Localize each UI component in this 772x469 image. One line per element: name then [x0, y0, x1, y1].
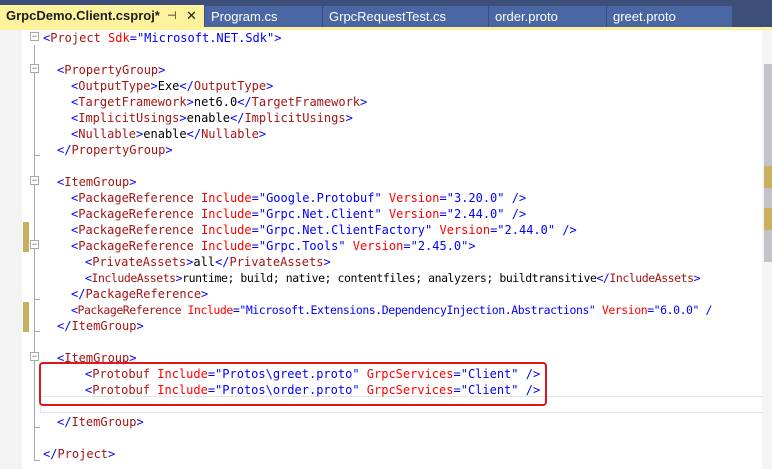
tab-grpcrequesttest-cs[interactable]: GrpcRequestTest.cs [323, 6, 488, 27]
line-number-margin [0, 30, 22, 469]
code-line-14: <PackageReference Include="Grpc.Tools" V… [71, 239, 476, 253]
code-line-13: <PackageReference Include="Grpc.Net.Clie… [71, 223, 577, 237]
change-marker [23, 222, 29, 252]
code-line-1: <Project Sdk="Microsoft.NET.Sdk"> [43, 31, 282, 45]
code-line-3: <PropertyGroup> [57, 63, 166, 77]
code-line-25: </ItemGroup> [57, 415, 144, 429]
collapse-toggle[interactable]: − [30, 240, 39, 249]
collapse-toggle[interactable]: − [30, 176, 39, 185]
code-line-17: </PackageReference> [71, 287, 209, 301]
outline-guide-end [34, 299, 40, 300]
code-line-15: <PrivateAssets>all</PrivateAssets> [85, 255, 331, 269]
tab-label: order.proto [495, 9, 558, 24]
code-line-12: <PackageReference Include="Grpc.Net.Clie… [71, 207, 527, 221]
tab-label: Program.cs [211, 9, 278, 24]
tab-order-proto[interactable]: order.proto [489, 6, 606, 27]
code-line-18: <PackageReference Include="Microsoft.Ext… [71, 303, 712, 317]
tab-label: GrpcRequestTest.cs [329, 9, 447, 24]
collapse-toggle[interactable]: − [30, 32, 39, 41]
code-line-8: </PropertyGroup> [57, 143, 173, 157]
outline-guide [34, 45, 35, 460]
code-line-10: <ItemGroup> [57, 175, 137, 189]
tab-program-cs[interactable]: Program.cs [205, 6, 322, 27]
outline-guide-end [34, 460, 40, 461]
tab-grpcdemo-client-csproj[interactable]: GrpcDemo.Client.csproj* ⊣ ✕ [0, 5, 204, 27]
change-marker [23, 302, 29, 332]
code-line-5: <TargetFramework>net6.0</TargetFramework… [71, 95, 368, 109]
tab-greet-proto[interactable]: greet.proto [607, 6, 732, 27]
scrollbar-change-mark [764, 208, 772, 230]
code-line-4: <OutputType>Exe</OutputType> [71, 79, 274, 93]
code-line-27: </Project> [43, 447, 116, 461]
tab-label: greet.proto [613, 9, 676, 24]
code-line-11: <PackageReference Include="Google.Protob… [71, 191, 527, 205]
close-icon[interactable]: ✕ [186, 5, 197, 27]
scrollbar-change-mark [764, 166, 772, 188]
scrollbar-thumb[interactable] [764, 64, 772, 262]
annotation-highlight-box [39, 362, 547, 406]
collapse-toggle[interactable]: − [30, 352, 39, 361]
outline-guide-end [34, 155, 40, 156]
collapse-toggle[interactable]: − [30, 64, 39, 73]
pin-icon[interactable]: ⊣ [167, 5, 177, 27]
code-line-7: <Nullable>enable</Nullable> [71, 127, 267, 141]
code-line-6: <ImplicitUsings>enable</ImplicitUsings> [71, 111, 353, 125]
tab-label: GrpcDemo.Client.csproj* [6, 8, 160, 23]
code-line-16: <IncludeAssets>runtime; build; native; c… [85, 271, 701, 285]
code-line-19: </ItemGroup> [57, 319, 144, 333]
outline-guide-end [34, 427, 40, 428]
outline-guide-end [34, 331, 40, 332]
